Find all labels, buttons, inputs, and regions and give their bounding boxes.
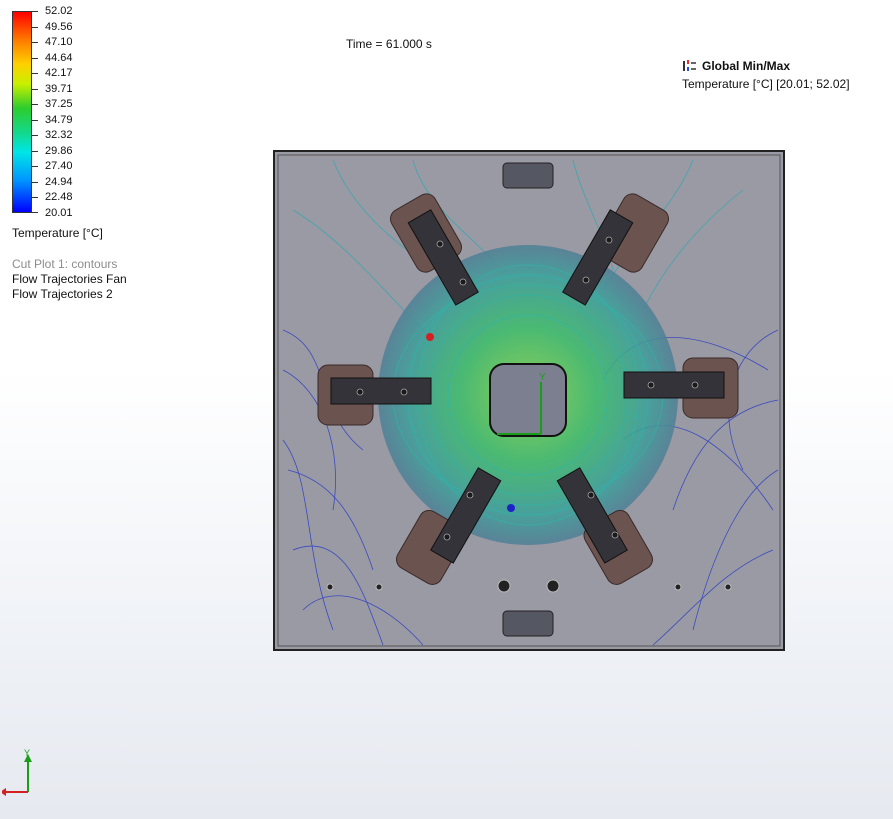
min-marker	[507, 504, 515, 512]
center-socket	[489, 363, 567, 437]
legend-tick-mark	[32, 135, 38, 137]
legend-tick-mark	[32, 166, 38, 168]
global-minmax-title-text: Global Min/Max	[702, 59, 791, 73]
legend-tick-label: 27.40	[45, 160, 73, 173]
global-minmax-value: Temperature [°C] [20.01; 52.02]	[682, 77, 850, 91]
min-max-icon	[683, 60, 696, 71]
legend-tick-mark	[32, 104, 38, 106]
legend-tick-mark	[32, 26, 38, 28]
legend-tick-label: 44.64	[45, 51, 73, 64]
legend-tick-label: 34.79	[45, 113, 73, 126]
legend-tick-mark	[32, 11, 38, 12]
legend-tick-label: 24.94	[45, 175, 73, 188]
legend-tick-label: 52.02	[45, 5, 73, 17]
cut-plot-label[interactable]: Cut Plot 1: contours	[12, 257, 117, 271]
legend-tick-label: 37.25	[45, 98, 73, 111]
bottom-port	[502, 610, 554, 637]
model-viewport[interactable]: Y	[273, 150, 785, 651]
legend-tick-mark	[32, 42, 38, 44]
top-port	[502, 162, 554, 189]
legend-tick-label: 22.48	[45, 191, 73, 204]
legend-tick-mark	[32, 197, 38, 199]
triad-icon[interactable]: Y	[2, 748, 42, 798]
legend-tick-label: 39.71	[45, 82, 73, 95]
legend-tick-label: 49.56	[45, 20, 73, 33]
legend-tick-mark	[32, 57, 38, 59]
legend-tick-mark	[32, 73, 38, 75]
color-scale-bar	[12, 11, 32, 213]
legend-tick-mark	[32, 150, 38, 152]
flow-trajectories-fan-label[interactable]: Flow Trajectories Fan	[12, 272, 127, 286]
max-marker	[426, 333, 434, 341]
global-minmax-title[interactable]: Global Min/Max	[682, 59, 790, 73]
model-axis-y-label: Y	[539, 372, 546, 383]
legend-tick-label: 32.32	[45, 129, 73, 142]
legend-tick-label: 29.86	[45, 144, 73, 157]
triad-y-label: Y	[24, 748, 30, 758]
time-label: Time = 61.000 s	[346, 37, 432, 51]
flow-trajectories-2-label[interactable]: Flow Trajectories 2	[12, 287, 113, 301]
legend-title: Temperature [°C]	[12, 226, 103, 240]
legend-tick-label: 42.17	[45, 67, 73, 80]
legend-tick-label: 20.01	[45, 207, 73, 219]
legend-tick-label: 47.10	[45, 36, 73, 49]
legend-tick-mark	[32, 181, 38, 183]
legend-tick-mark	[32, 212, 38, 213]
temperature-legend[interactable]: 52.02 49.56 47.10 44.64 42.17 39.71 37.25 34.79…	[12, 5, 142, 219]
legend-tick-mark	[32, 119, 38, 121]
legend-tick-mark	[32, 88, 38, 90]
